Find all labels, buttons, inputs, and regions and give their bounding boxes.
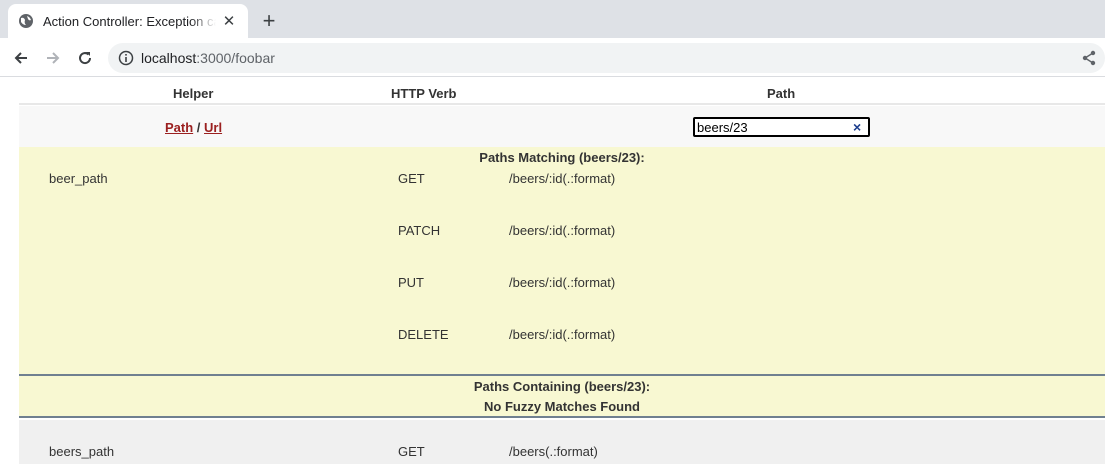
browser-tab[interactable]: Action Controller: Exception caught ✕ — [8, 4, 248, 38]
table-header: Helper HTTP Verb Path — [19, 78, 1105, 105]
tab-title: Action Controller: Exception caught — [43, 13, 216, 29]
header-path: Path — [767, 86, 796, 101]
reload-button[interactable] — [71, 44, 99, 72]
browser-toolbar: localhost:3000/foobar — [0, 38, 1105, 77]
close-tab-icon[interactable]: ✕ — [220, 12, 238, 30]
route-path: /beers/:id(.:format) — [509, 327, 616, 342]
table-row: PATCH /beers/:id(.:format) — [19, 185, 1105, 238]
tab-strip: Action Controller: Exception caught ✕ + — [0, 0, 1105, 38]
route-verb: GET — [398, 171, 425, 186]
table-row: DELETE /beers/:id(.:format) — [19, 289, 1105, 342]
route-table: Helper HTTP Verb Path Path / Url × Paths… — [19, 78, 1105, 464]
header-verb: HTTP Verb — [391, 86, 457, 101]
reload-icon — [79, 52, 92, 65]
route-verb: PATCH — [398, 223, 441, 238]
route-path: /beers/:id(.:format) — [509, 275, 616, 290]
route-verb: GET — [398, 444, 425, 459]
back-button[interactable] — [7, 44, 35, 72]
route-helper: beers_path — [49, 444, 115, 459]
route-helper: beer_path — [49, 171, 108, 186]
arrow-left-icon — [14, 52, 27, 64]
route-verb: PUT — [398, 275, 424, 290]
info-icon[interactable] — [118, 50, 134, 66]
table-row: beer_path GET /beers/:id(.:format) — [19, 133, 1105, 186]
all-routes-section: beers_path GET /beers(.:format) — [19, 420, 1105, 464]
header-helper: Helper — [173, 86, 214, 101]
globe-icon — [19, 14, 33, 28]
url-path: :3000/foobar — [196, 50, 275, 66]
new-tab-button[interactable]: + — [256, 8, 282, 34]
route-verb: DELETE — [398, 327, 449, 342]
arrow-right-icon — [47, 52, 60, 64]
address-bar[interactable]: localhost:3000/foobar — [108, 43, 1105, 73]
share-icon[interactable] — [1081, 50, 1097, 66]
fuzzy-title: Paths Containing (beers/23): — [473, 379, 651, 394]
forward-button[interactable] — [39, 44, 67, 72]
url-host: localhost — [141, 50, 197, 66]
route-path: /beers/:id(.:format) — [509, 223, 616, 238]
table-row: beers_path GET /beers(.:format) — [19, 406, 1105, 459]
page-content: Helper HTTP Verb Path Path / Url × Paths… — [0, 78, 1105, 464]
table-row: PUT /beers/:id(.:format) — [19, 237, 1105, 290]
route-path: /beers(.:format) — [509, 444, 598, 459]
matching-paths-section: Paths Matching (beers/23): beer_path GET… — [19, 147, 1105, 376]
route-path: /beers/:id(.:format) — [509, 171, 616, 186]
